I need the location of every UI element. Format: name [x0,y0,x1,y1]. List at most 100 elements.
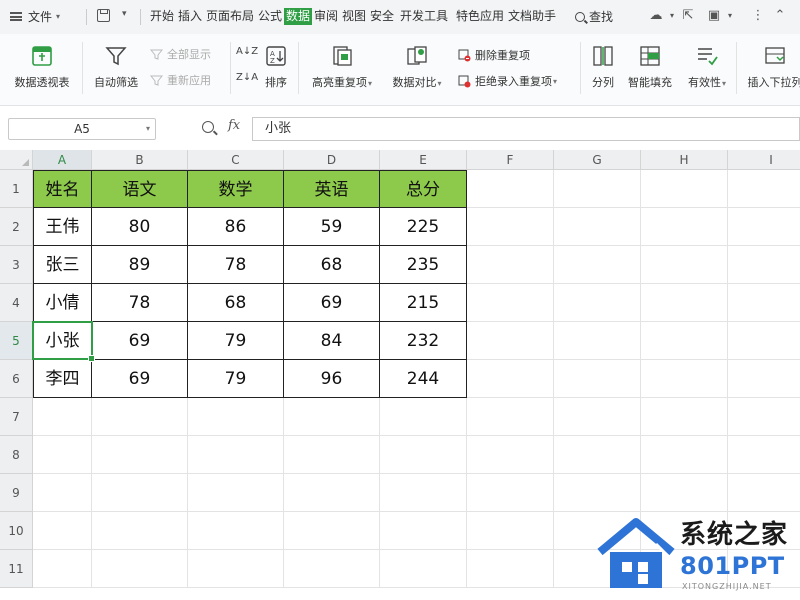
cell-d10[interactable] [284,512,380,550]
row-header-5[interactable]: 5 [0,322,33,360]
cell-h1[interactable] [641,170,728,208]
cell-d2[interactable]: 59 [284,208,380,246]
cell-c6[interactable]: 79 [188,360,284,398]
chevron-down-icon[interactable]: ▾ [722,8,738,24]
cell-f5[interactable] [467,322,554,360]
cell-e8[interactable] [380,436,467,474]
row-header-9[interactable]: 9 [0,474,33,512]
cell-c8[interactable] [188,436,284,474]
cell-h9[interactable] [641,474,728,512]
cell-g4[interactable] [554,284,641,322]
cell-a5[interactable]: 小张 [33,322,92,360]
cell-b9[interactable] [92,474,188,512]
tab-data[interactable]: 数据 [284,8,313,25]
cell-h3[interactable] [641,246,728,284]
cloud-sync-icon[interactable]: ☁ [648,8,664,24]
cell-h4[interactable] [641,284,728,322]
row-header-1[interactable]: 1 [0,170,33,208]
tab-view[interactable]: 视图 [342,8,366,25]
share-icon[interactable]: ⇱ [680,8,696,24]
cell-h5[interactable] [641,322,728,360]
split-column-button[interactable]: 分列 [586,44,620,90]
search-button[interactable]: 查找 [575,8,613,25]
row-header-4[interactable]: 4 [0,284,33,322]
cell-f7[interactable] [467,398,554,436]
cell-e3[interactable]: 235 [380,246,467,284]
save-icon[interactable] [97,9,110,22]
row-header-2[interactable]: 2 [0,208,33,246]
cell-e9[interactable] [380,474,467,512]
name-box[interactable]: A5 ▾ [8,118,156,140]
flash-fill-button[interactable]: 智能填充 [624,44,676,90]
cell-e2[interactable]: 225 [380,208,467,246]
pivot-table-button[interactable]: 数据透视表 [8,44,76,90]
zoom-icon[interactable] [202,121,214,133]
cell-b10[interactable] [92,512,188,550]
row-header-7[interactable]: 7 [0,398,33,436]
cell-f2[interactable] [467,208,554,246]
cell-f10[interactable] [467,512,554,550]
cell-d7[interactable] [284,398,380,436]
cell-b6[interactable]: 69 [92,360,188,398]
cell-f8[interactable] [467,436,554,474]
cell-d4[interactable]: 69 [284,284,380,322]
cell-i5[interactable] [728,322,800,360]
column-header-g[interactable]: G [554,150,641,170]
cell-b7[interactable] [92,398,188,436]
cell-b3[interactable]: 89 [92,246,188,284]
cell-i1[interactable] [728,170,800,208]
expand-ribbon-icon[interactable]: ⌃ [772,8,788,24]
cell-i4[interactable] [728,284,800,322]
column-header-d[interactable]: D [284,150,380,170]
sort-button[interactable]: AZ 排序 [258,44,294,90]
cell-d8[interactable] [284,436,380,474]
cell-a8[interactable] [33,436,92,474]
cell-a6[interactable]: 李四 [33,360,92,398]
sort-descending-icon[interactable]: Z↓A [236,72,258,83]
cell-i2[interactable] [728,208,800,246]
cell-g5[interactable] [554,322,641,360]
show-all-button[interactable]: 全部显示 [149,46,211,62]
cell-a1[interactable]: 姓名 [33,170,92,208]
column-header-a[interactable]: A [33,150,92,170]
cell-g7[interactable] [554,398,641,436]
validity-button[interactable]: 有效性▾ [682,44,732,90]
cell-a4[interactable]: 小倩 [33,284,92,322]
cell-b11[interactable] [92,550,188,588]
reapply-button[interactable]: 重新应用 [149,72,211,88]
cell-a3[interactable]: 张三 [33,246,92,284]
tab-page-layout[interactable]: 页面布局 [206,8,254,25]
more-icon[interactable]: ⋮ [750,8,766,24]
cell-a11[interactable] [33,550,92,588]
cell-b5[interactable]: 69 [92,322,188,360]
cell-a7[interactable] [33,398,92,436]
cell-d5[interactable]: 84 [284,322,380,360]
cell-e4[interactable]: 215 [380,284,467,322]
cell-d3[interactable]: 68 [284,246,380,284]
cell-e10[interactable] [380,512,467,550]
remove-duplicates-button[interactable]: 删除重复项 [458,47,530,63]
insert-dropdown-button[interactable]: 插入下拉列 [740,44,800,90]
tab-features[interactable]: 特色应用 [456,8,504,25]
tab-doc-assistant[interactable]: 文档助手 [508,8,556,25]
cell-e6[interactable]: 244 [380,360,467,398]
chevron-down-icon[interactable]: ▾ [122,9,127,19]
cell-i9[interactable] [728,474,800,512]
cell-e7[interactable] [380,398,467,436]
cell-c7[interactable] [188,398,284,436]
column-header-h[interactable]: H [641,150,728,170]
cell-d1[interactable]: 英语 [284,170,380,208]
cell-a10[interactable] [33,512,92,550]
cell-g1[interactable] [554,170,641,208]
cell-c9[interactable] [188,474,284,512]
cell-d11[interactable] [284,550,380,588]
column-header-e[interactable]: E [380,150,467,170]
select-all-corner[interactable] [0,150,33,170]
cell-h6[interactable] [641,360,728,398]
cell-b1[interactable]: 语文 [92,170,188,208]
cell-g9[interactable] [554,474,641,512]
tab-formula[interactable]: 公式 [258,8,282,25]
tab-review[interactable]: 审阅 [314,8,338,25]
cell-c10[interactable] [188,512,284,550]
row-header-11[interactable]: 11 [0,550,33,588]
